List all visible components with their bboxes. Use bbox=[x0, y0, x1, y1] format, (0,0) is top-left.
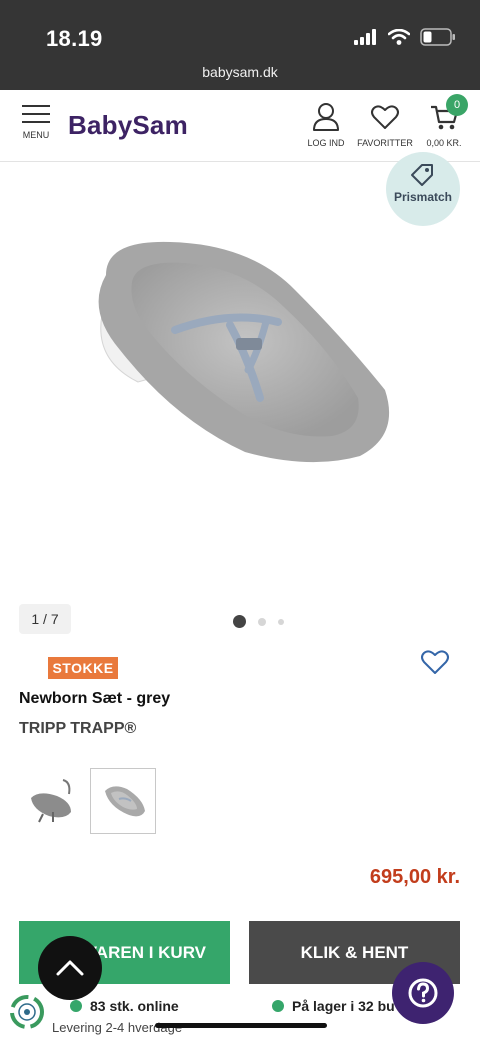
hamburger-icon bbox=[22, 104, 50, 124]
pagination-dot[interactable] bbox=[278, 618, 284, 625]
brand-logo[interactable]: STOKKE bbox=[48, 657, 118, 679]
gallery-pagination bbox=[233, 615, 284, 628]
in-stock-indicator bbox=[70, 1000, 82, 1012]
status-bar: 18.19 babysam.dk bbox=[0, 0, 480, 90]
login-button[interactable]: LOG IND bbox=[304, 102, 348, 148]
click-and-collect-label: KLIK & HENT bbox=[300, 943, 409, 962]
in-stock-indicator bbox=[272, 1000, 284, 1012]
product-title: Newborn Sæt - grey bbox=[19, 690, 171, 707]
heart-icon bbox=[371, 105, 399, 129]
product-price: 695,00 kr. bbox=[369, 866, 460, 888]
store-stock[interactable]: På lager i 32 bu bbox=[272, 998, 395, 1014]
online-stock: 83 stk. online bbox=[70, 998, 179, 1014]
cart-button[interactable]: 0 0,00 KR. bbox=[422, 94, 468, 148]
image-counter: 1 / 7 bbox=[19, 604, 71, 634]
price-tag-icon bbox=[411, 164, 433, 186]
chevron-up-icon bbox=[56, 960, 84, 976]
login-label: LOG IND bbox=[307, 138, 345, 148]
wifi-icon bbox=[388, 29, 410, 45]
menu-label: MENU bbox=[22, 130, 50, 140]
help-button[interactable] bbox=[392, 962, 454, 1024]
signal-icon bbox=[354, 29, 376, 45]
favorites-button[interactable]: FAVORITTER bbox=[356, 102, 414, 148]
pagination-dot[interactable] bbox=[258, 617, 266, 626]
prismatch-badge[interactable]: Prismatch bbox=[386, 152, 460, 226]
online-stock-label: 83 stk. online bbox=[90, 998, 179, 1014]
question-icon bbox=[408, 978, 438, 1008]
cart-total: 0,00 KR. bbox=[426, 138, 462, 148]
heart-icon bbox=[421, 650, 449, 674]
product-thumbnail[interactable] bbox=[90, 768, 156, 834]
address-bar-url[interactable]: babysam.dk bbox=[0, 64, 480, 80]
site-header: MENU BabySam LOG IND FAVORITTER 0 0,00 K… bbox=[0, 90, 480, 162]
favorites-label: FAVORITTER bbox=[357, 138, 413, 148]
store-stock-label: På lager i 32 bu bbox=[292, 998, 395, 1014]
home-indicator[interactable] bbox=[155, 1023, 327, 1028]
product-image[interactable] bbox=[80, 230, 400, 480]
battery-icon bbox=[420, 28, 455, 46]
clock: 18.19 bbox=[46, 26, 103, 51]
system-icons bbox=[354, 28, 456, 46]
thumbnail-image bbox=[105, 786, 145, 817]
product-thumbnail[interactable] bbox=[19, 768, 85, 834]
menu-button[interactable]: MENU bbox=[16, 104, 56, 140]
add-to-favorites-button[interactable] bbox=[420, 648, 450, 681]
app-root: { "status_bar": { "time": "18.19", "url"… bbox=[0, 0, 480, 1039]
site-logo[interactable]: BabySam bbox=[68, 110, 188, 141]
scroll-to-top-button[interactable] bbox=[38, 936, 102, 1000]
add-to-cart-label: VAREN I KURV bbox=[85, 943, 206, 962]
pagination-dot[interactable] bbox=[233, 615, 246, 628]
prismatch-label: Prismatch bbox=[393, 190, 453, 204]
user-icon bbox=[313, 103, 339, 131]
cart-count-badge: 0 bbox=[446, 94, 468, 116]
thumbnail-image bbox=[31, 779, 71, 823]
product-series: TRIPP TRAPP® bbox=[19, 720, 137, 737]
